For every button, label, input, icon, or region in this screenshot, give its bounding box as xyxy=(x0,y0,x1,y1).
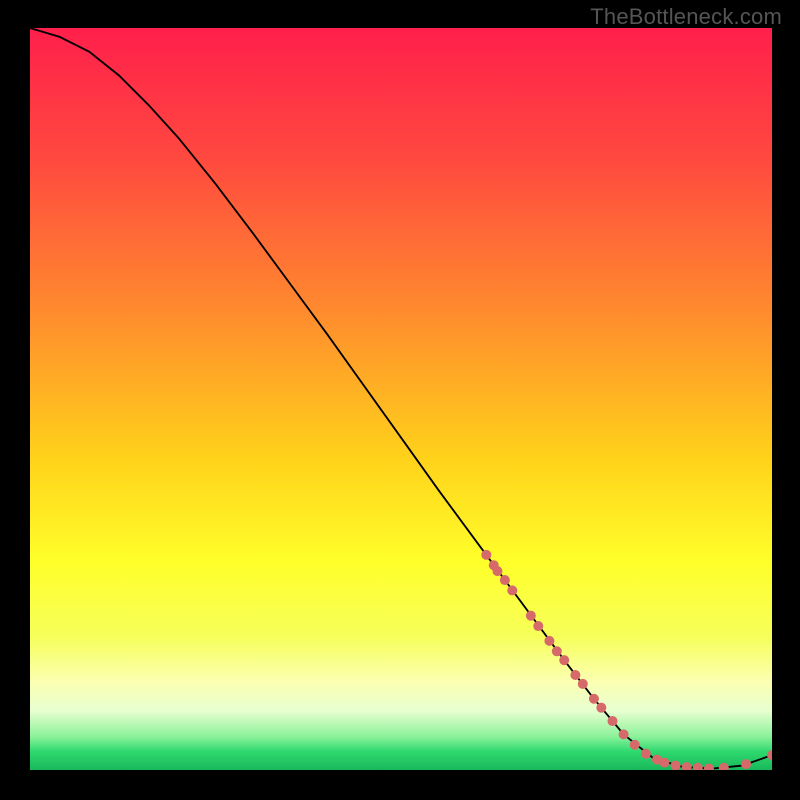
chart-plot-area xyxy=(30,28,772,770)
chart-background-gradient xyxy=(30,28,772,770)
watermark-text: TheBottleneck.com xyxy=(590,4,782,30)
